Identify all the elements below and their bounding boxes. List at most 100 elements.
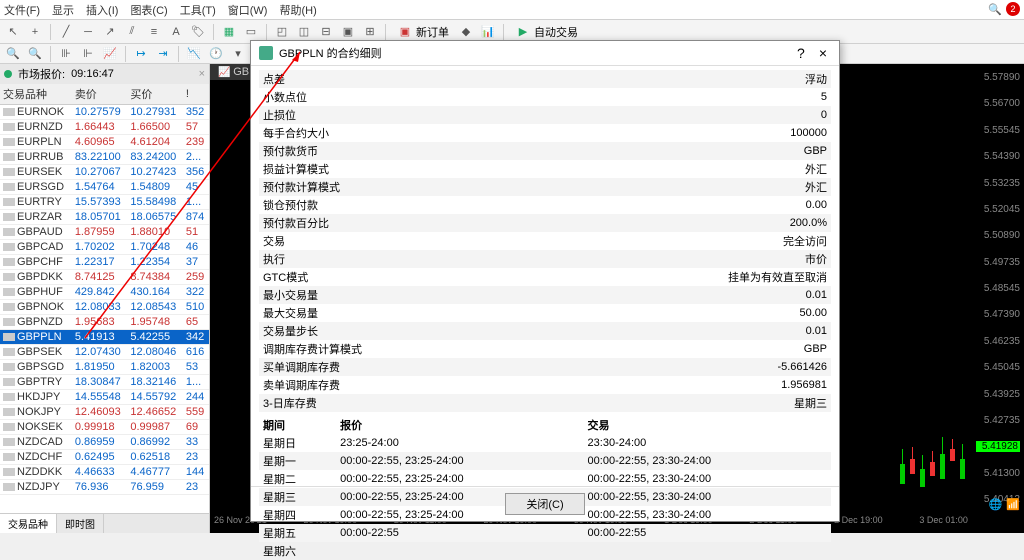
symbol-row[interactable]: NOKJPY12.4609312.46652559	[0, 405, 209, 420]
status-dot-icon	[4, 70, 12, 78]
col-bid[interactable]: 卖价	[72, 84, 128, 105]
trend-icon[interactable]: ↗	[101, 23, 119, 41]
profile-icon[interactable]: ▭	[242, 23, 260, 41]
label-icon[interactable]: 🏷	[189, 23, 207, 41]
symbol-row[interactable]: GBPAUD1.879591.8801051	[0, 225, 209, 240]
new-order-button[interactable]: ▣ 新订单	[392, 23, 453, 41]
symbol-row[interactable]: GBPSEK12.0743012.08046616	[0, 345, 209, 360]
templates-icon[interactable]: ▾	[229, 45, 247, 63]
autotrading-button[interactable]: ▶ 自动交易	[510, 23, 582, 41]
help-icon[interactable]: ?	[793, 45, 809, 61]
new-chart-icon[interactable]: ▦	[220, 23, 238, 41]
bars-icon[interactable]: ⊪	[57, 45, 75, 63]
symbol-row[interactable]: NZDDKK4.466334.46777144	[0, 465, 209, 480]
spec-row: 最小交易量0.01	[259, 286, 831, 304]
autoscroll-icon[interactable]: ⇥	[154, 45, 172, 63]
menu-view[interactable]: 显示	[52, 2, 74, 18]
symbol-row[interactable]: EURNOK10.2757910.27931352	[0, 105, 209, 120]
text-icon[interactable]: A	[167, 23, 185, 41]
col-symbol[interactable]: 交易品种	[0, 84, 72, 105]
price-tick: 5.57890	[976, 72, 1020, 83]
symbol-row[interactable]: HKDJPY14.5554814.55792244	[0, 390, 209, 405]
close-icon[interactable]: ×	[815, 45, 831, 61]
navigator-icon[interactable]: ⊟	[317, 23, 335, 41]
menu-window[interactable]: 窗口(W)	[228, 2, 268, 18]
zoom-out-icon[interactable]: 🔍	[26, 45, 44, 63]
symbol-row[interactable]: NZDJPY76.93676.95923	[0, 480, 209, 495]
symbol-row[interactable]: GBPSGD1.819501.8200353	[0, 360, 209, 375]
tab-tick[interactable]: 即时图	[57, 514, 104, 533]
indicators-icon[interactable]: 📉	[185, 45, 203, 63]
menubar: 文件(F) 显示 插入(I) 图表(C) 工具(T) 窗口(W) 帮助(H)	[0, 0, 1024, 20]
price-tick: 5.41300	[976, 468, 1020, 479]
spec-row: 交易完全访问	[259, 232, 831, 250]
symbol-row[interactable]: GBPDKK8.741258.74384259	[0, 270, 209, 285]
col-ask[interactable]: 买价	[127, 84, 183, 105]
search-icon[interactable]: 🔍	[988, 3, 1002, 16]
market-watch-icon[interactable]: ◰	[273, 23, 291, 41]
sched-row: 星期日23:25-24:0023:30-24:00	[259, 434, 831, 452]
play-icon: ▶	[514, 23, 532, 41]
menu-tools[interactable]: 工具(T)	[180, 2, 216, 18]
specification-dialog: GBPPLN 的合约细则 ? × 点差浮动小数点位5止损位0每手合约大小1000…	[250, 40, 840, 522]
fib-icon[interactable]: ≡	[145, 23, 163, 41]
spec-row: 交易量步长0.01	[259, 322, 831, 340]
spec-row: 3-日库存费星期三	[259, 394, 831, 412]
alert-badge[interactable]: 2	[1006, 2, 1020, 16]
hline-icon[interactable]: ─	[79, 23, 97, 41]
periods-icon[interactable]: 🕐	[207, 45, 225, 63]
symbol-row[interactable]: NZDCHF0.624950.6251823	[0, 450, 209, 465]
symbol-row[interactable]: EURZAR18.0570118.06575874	[0, 210, 209, 225]
rss-icon[interactable]: 📶	[1006, 498, 1020, 511]
cursor-icon[interactable]: ↖	[4, 23, 22, 41]
signal-icon[interactable]: 📊	[479, 23, 497, 41]
symbol-row[interactable]: EURSGD1.547641.5480945	[0, 180, 209, 195]
globe-icon[interactable]: 🌐	[989, 498, 1003, 511]
time-tick: 2 Dec 19:00	[834, 515, 883, 531]
tester-icon[interactable]: ⊞	[361, 23, 379, 41]
symbol-row[interactable]: NZDCAD0.869590.8699233	[0, 435, 209, 450]
symbol-row[interactable]: EURPLN4.609654.61204239	[0, 135, 209, 150]
line-icon[interactable]: ╱	[57, 23, 75, 41]
symbol-row[interactable]: EURRUB83.2210083.242002...	[0, 150, 209, 165]
menu-insert[interactable]: 插入(I)	[86, 2, 118, 18]
symbol-row[interactable]: GBPPLN5.419135.42255342	[0, 330, 209, 345]
symbol-row[interactable]: GBPHUF429.842430.164322	[0, 285, 209, 300]
menu-file[interactable]: 文件(F)	[4, 2, 40, 18]
status-icons: 🌐 📶	[989, 498, 1020, 511]
terminal-icon[interactable]: ▣	[339, 23, 357, 41]
data-window-icon[interactable]: ◫	[295, 23, 313, 41]
price-tick: 5.50890	[976, 230, 1020, 241]
symbol-row[interactable]: EURSEK10.2706710.27423356	[0, 165, 209, 180]
symbol-row[interactable]: GBPCHF1.223171.2235437	[0, 255, 209, 270]
symbol-row[interactable]: EURTRY15.5739315.584981...	[0, 195, 209, 210]
menu-chart[interactable]: 图表(C)	[130, 2, 167, 18]
quote-close-icon[interactable]: ×	[199, 68, 205, 80]
price-tick: 5.43925	[976, 389, 1020, 400]
menu-help[interactable]: 帮助(H)	[279, 2, 316, 18]
symbol-row[interactable]: GBPNZD1.956831.9574865	[0, 315, 209, 330]
col-spread[interactable]: !	[183, 84, 209, 105]
dialog-title-text: GBPPLN 的合约细则	[279, 45, 382, 61]
spec-row: 预付款货币GBP	[259, 142, 831, 160]
spec-row: 卖单调期库存费1.956981	[259, 376, 831, 394]
tab-symbols[interactable]: 交易品种	[0, 514, 57, 533]
symbol-row[interactable]: GBPNOK12.0803312.08543510	[0, 300, 209, 315]
spec-row: 小数点位5	[259, 88, 831, 106]
symbol-row[interactable]: GBPCAD1.702021.7024846	[0, 240, 209, 255]
crosshair-icon[interactable]: +	[26, 23, 44, 41]
symbol-row[interactable]: GBPTRY18.3084718.321461...	[0, 375, 209, 390]
symbol-row[interactable]: EURNZD1.664431.6650057	[0, 120, 209, 135]
spec-row: GTC模式挂单为有效直至取消	[259, 268, 831, 286]
metaquotes-icon[interactable]: ◆	[457, 23, 475, 41]
candles-icon[interactable]: ⊩	[79, 45, 97, 63]
quote-time: 09:16:47	[71, 68, 114, 80]
sched-col-quote: 报价	[336, 416, 583, 434]
line-chart-icon[interactable]: 📈	[101, 45, 119, 63]
channel-icon[interactable]: ⫽	[123, 23, 141, 41]
symbol-row[interactable]: NOKSEK0.999180.9998769	[0, 420, 209, 435]
dialog-titlebar[interactable]: GBPPLN 的合约细则 ? ×	[251, 41, 839, 66]
zoom-in-icon[interactable]: 🔍	[4, 45, 22, 63]
close-button[interactable]: 关闭(C)	[505, 493, 584, 515]
shift-icon[interactable]: ↦	[132, 45, 150, 63]
